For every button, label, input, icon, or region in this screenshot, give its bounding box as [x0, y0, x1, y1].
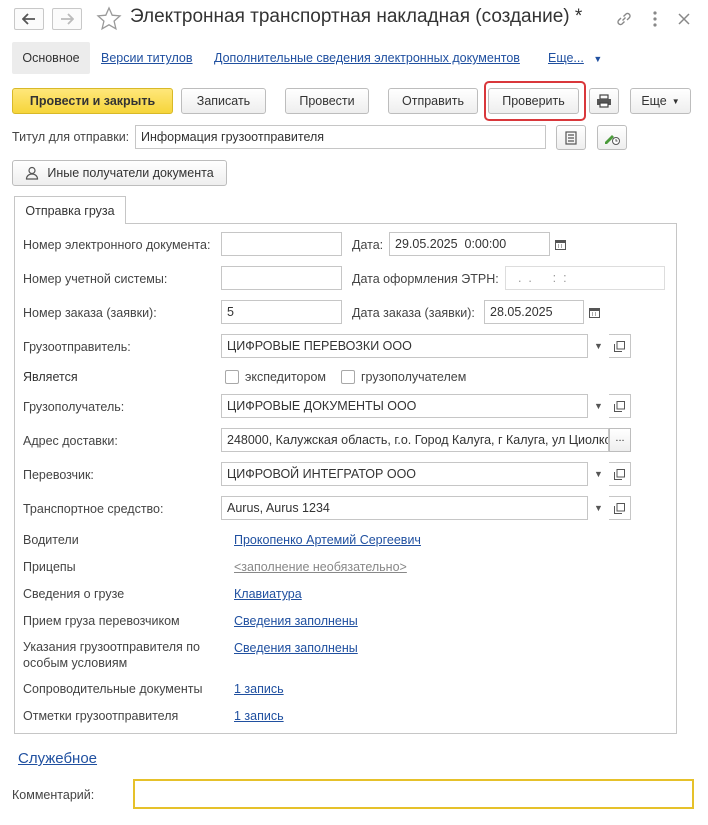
etrn-date-field: . . : :	[505, 266, 665, 290]
tab-additional-info[interactable]: Дополнительные сведения электронных доку…	[214, 51, 520, 65]
title-label: Титул для отправки:	[12, 130, 130, 144]
shipper-field[interactable]: ЦИФРОВЫЕ ПЕРЕВОЗКИ ООО	[221, 334, 609, 358]
acc-number-field[interactable]	[221, 266, 342, 290]
consignee-open-button[interactable]	[609, 394, 631, 418]
more-button[interactable]: Еще ▼	[630, 88, 691, 114]
special-link[interactable]: Сведения заполнены	[234, 641, 358, 655]
post-and-close-button[interactable]: Провести и закрыть	[12, 88, 173, 114]
post-button[interactable]: Провести	[285, 88, 369, 114]
edoc-number-field[interactable]	[221, 232, 342, 256]
carrier-open-button[interactable]	[609, 462, 631, 486]
drivers-link[interactable]: Прокопенко Артемий Сергеевич	[234, 533, 421, 547]
date-field[interactable]: 29.05.2025 0:00:00	[389, 232, 571, 256]
pencil-clock-icon	[605, 134, 620, 145]
consignee-dropdown[interactable]: ▼	[587, 394, 609, 418]
print-button[interactable]	[589, 88, 619, 114]
order-number-field[interactable]: 5	[221, 300, 342, 324]
calendar-icon	[589, 307, 600, 318]
shipper-open-button[interactable]	[609, 334, 631, 358]
save-button[interactable]: Записать	[181, 88, 266, 114]
open-icon	[614, 400, 625, 412]
order-number-label: Номер заказа (заявки):	[23, 306, 157, 320]
edoc-number-label: Номер электронного документа:	[23, 238, 211, 252]
carrier-field[interactable]: ЦИФРОВОЙ ИНТЕГРАТОР ООО	[221, 462, 609, 486]
other-recipients-button[interactable]: Иные получатели документа	[12, 160, 227, 186]
arrow-right-icon	[61, 13, 74, 25]
link-icon[interactable]	[614, 9, 634, 29]
docs-link[interactable]: 1 запись	[234, 682, 284, 696]
shipper-dropdown[interactable]: ▼	[587, 334, 609, 358]
arrow-left-icon	[22, 13, 35, 25]
acceptance-link[interactable]: Сведения заполнены	[234, 614, 358, 628]
address-label: Адрес доставки:	[23, 434, 118, 448]
tab-shipment[interactable]: Отправка груза	[14, 196, 126, 224]
forwarder-checkbox[interactable]	[225, 370, 239, 384]
tab-main[interactable]: Основное	[12, 42, 90, 74]
address-field[interactable]: 248000, Калужская область, г.о. Город Ка…	[221, 428, 609, 452]
send-button[interactable]: Отправить	[388, 88, 478, 114]
vehicle-field[interactable]: Aurus, Aurus 1234	[221, 496, 609, 520]
trailers-label: Прицепы	[23, 560, 76, 574]
consignee-chk-label: грузополучателем	[361, 370, 467, 384]
check-button-highlight	[484, 81, 586, 121]
dropdown-arrow-icon: ▼	[594, 503, 603, 513]
address-select-button[interactable]: ...	[609, 428, 631, 452]
list-button[interactable]	[556, 125, 586, 150]
is-label: Является	[23, 370, 78, 384]
cargo-link[interactable]: Клавиатура	[234, 587, 302, 601]
vehicle-label: Транспортное средство:	[23, 502, 164, 516]
order-date-label: Дата заказа (заявки):	[352, 306, 475, 320]
comment-field[interactable]	[133, 779, 694, 809]
dropdown-arrow-icon: ▼	[594, 401, 603, 411]
marks-link[interactable]: 1 запись	[234, 709, 284, 723]
consignee-label: Грузополучатель:	[23, 400, 125, 414]
dropdown-arrow-icon: ▼	[593, 54, 603, 64]
open-icon	[614, 340, 625, 352]
trailers-link[interactable]: <заполнение необязательно>	[234, 560, 407, 574]
consignee-field[interactable]: ЦИФРОВЫЕ ДОКУМЕНТЫ ООО	[221, 394, 609, 418]
more-menu-icon[interactable]	[645, 9, 665, 29]
tab-more[interactable]: Еще... ▼	[548, 51, 602, 65]
vehicle-dropdown[interactable]: ▼	[587, 496, 609, 520]
marks-label: Отметки грузоотправителя	[23, 709, 179, 723]
title-field[interactable]: Информация грузоотправителя	[135, 125, 546, 149]
calendar-icon	[555, 239, 566, 250]
dropdown-arrow-icon: ▼	[594, 469, 603, 479]
drivers-label: Водители	[23, 533, 79, 547]
back-button[interactable]	[14, 8, 44, 30]
etrn-date-label: Дата оформления ЭТРН:	[352, 272, 499, 286]
acceptance-label: Прием груза перевозчиком	[23, 614, 180, 628]
user-icon	[26, 166, 39, 180]
open-icon	[614, 468, 625, 480]
dropdown-arrow-icon: ▼	[594, 341, 603, 351]
page-title: Электронная транспортная накладная (созд…	[130, 6, 583, 27]
cargo-label: Сведения о грузе	[23, 587, 125, 601]
dropdown-arrow-icon: ▼	[671, 96, 680, 106]
special-label-line2: особым условиям	[23, 656, 128, 670]
service-section-link[interactable]: Служебное	[18, 750, 97, 767]
ellipsis-icon: ...	[615, 432, 625, 444]
acc-number-label: Номер учетной системы:	[23, 272, 168, 286]
carrier-dropdown[interactable]: ▼	[587, 462, 609, 486]
open-icon	[614, 502, 625, 514]
printer-icon	[597, 94, 611, 108]
shipper-label: Грузоотправитель:	[23, 340, 131, 354]
edit-button[interactable]	[597, 125, 627, 150]
comment-label: Комментарий:	[12, 788, 95, 802]
forward-button[interactable]	[52, 8, 82, 30]
calendar-button[interactable]	[549, 232, 571, 256]
calendar-button[interactable]	[583, 300, 605, 324]
forwarder-label: экспедитором	[245, 370, 326, 384]
favorite-star-icon[interactable]	[96, 6, 122, 32]
special-label-line1: Указания грузоотправителя по	[23, 640, 200, 654]
consignee-checkbox[interactable]	[341, 370, 355, 384]
list-icon	[565, 130, 577, 145]
carrier-label: Перевозчик:	[23, 468, 94, 482]
date-label: Дата:	[352, 238, 384, 252]
docs-label: Сопроводительные документы	[23, 682, 203, 696]
tab-title-versions[interactable]: Версии титулов	[101, 51, 193, 65]
vehicle-open-button[interactable]	[609, 496, 631, 520]
close-icon[interactable]	[674, 9, 694, 29]
